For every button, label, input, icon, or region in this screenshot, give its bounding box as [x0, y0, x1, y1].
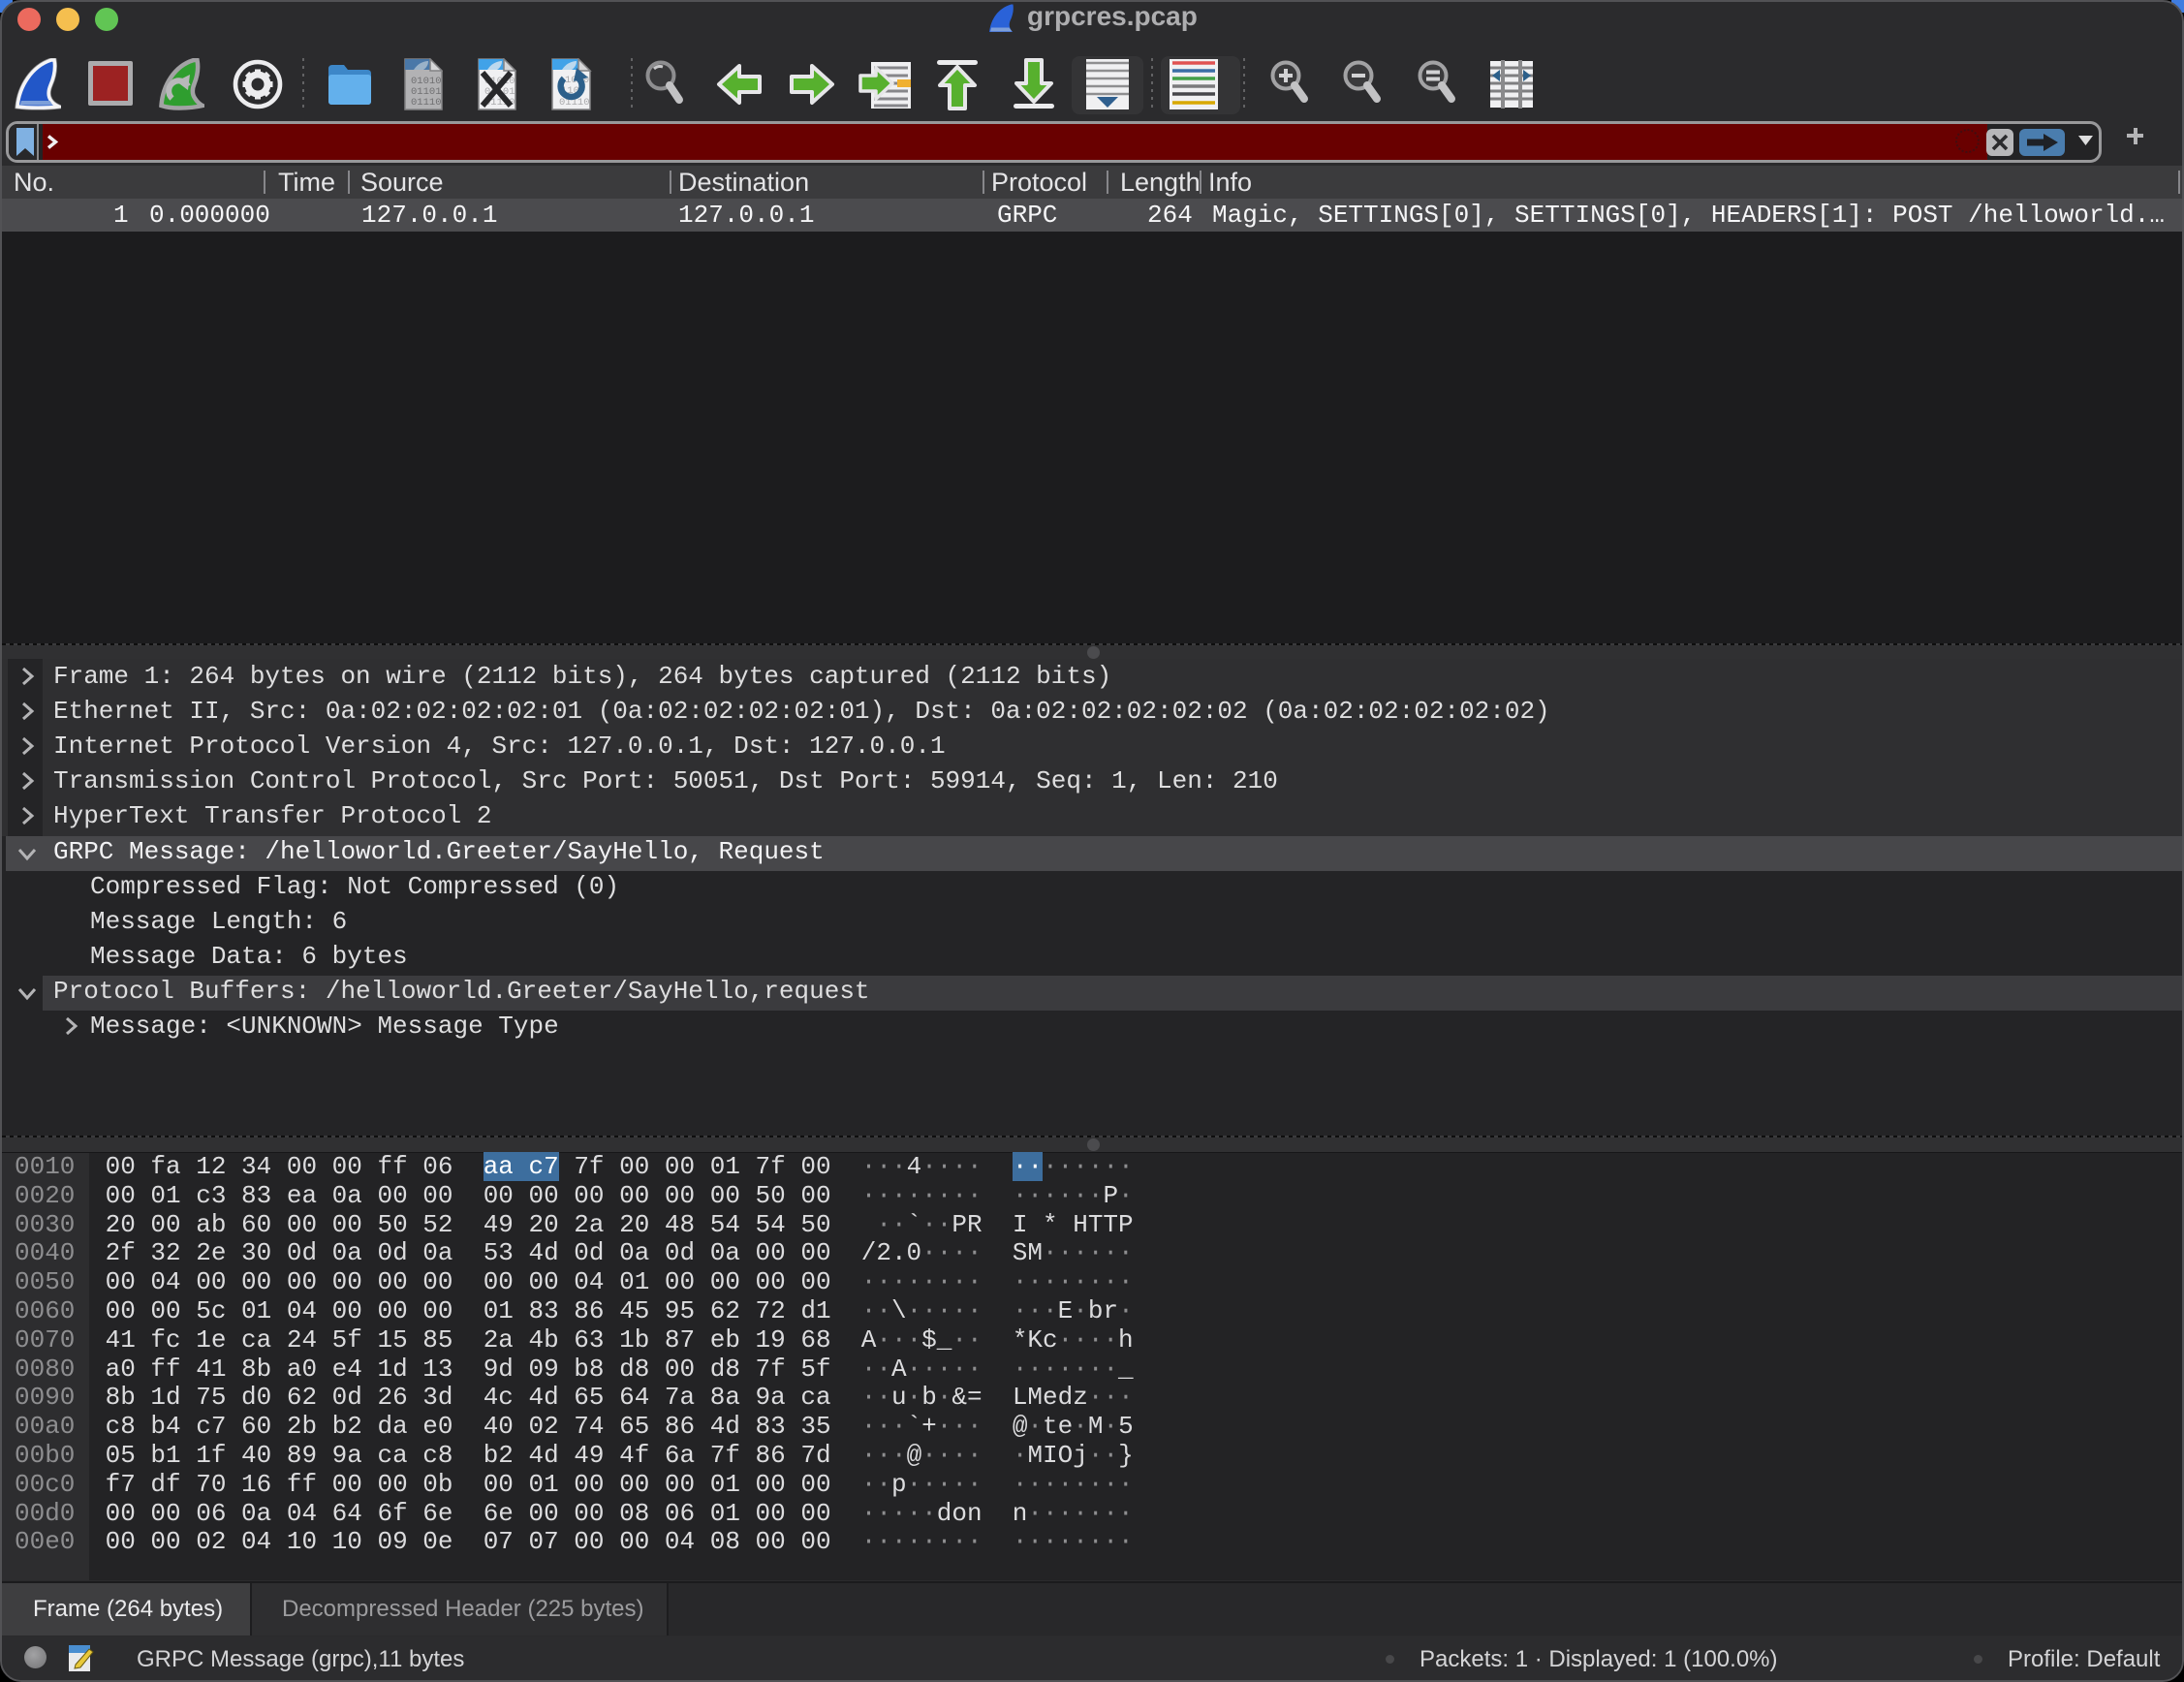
- svg-text:01110: 01110: [411, 97, 442, 109]
